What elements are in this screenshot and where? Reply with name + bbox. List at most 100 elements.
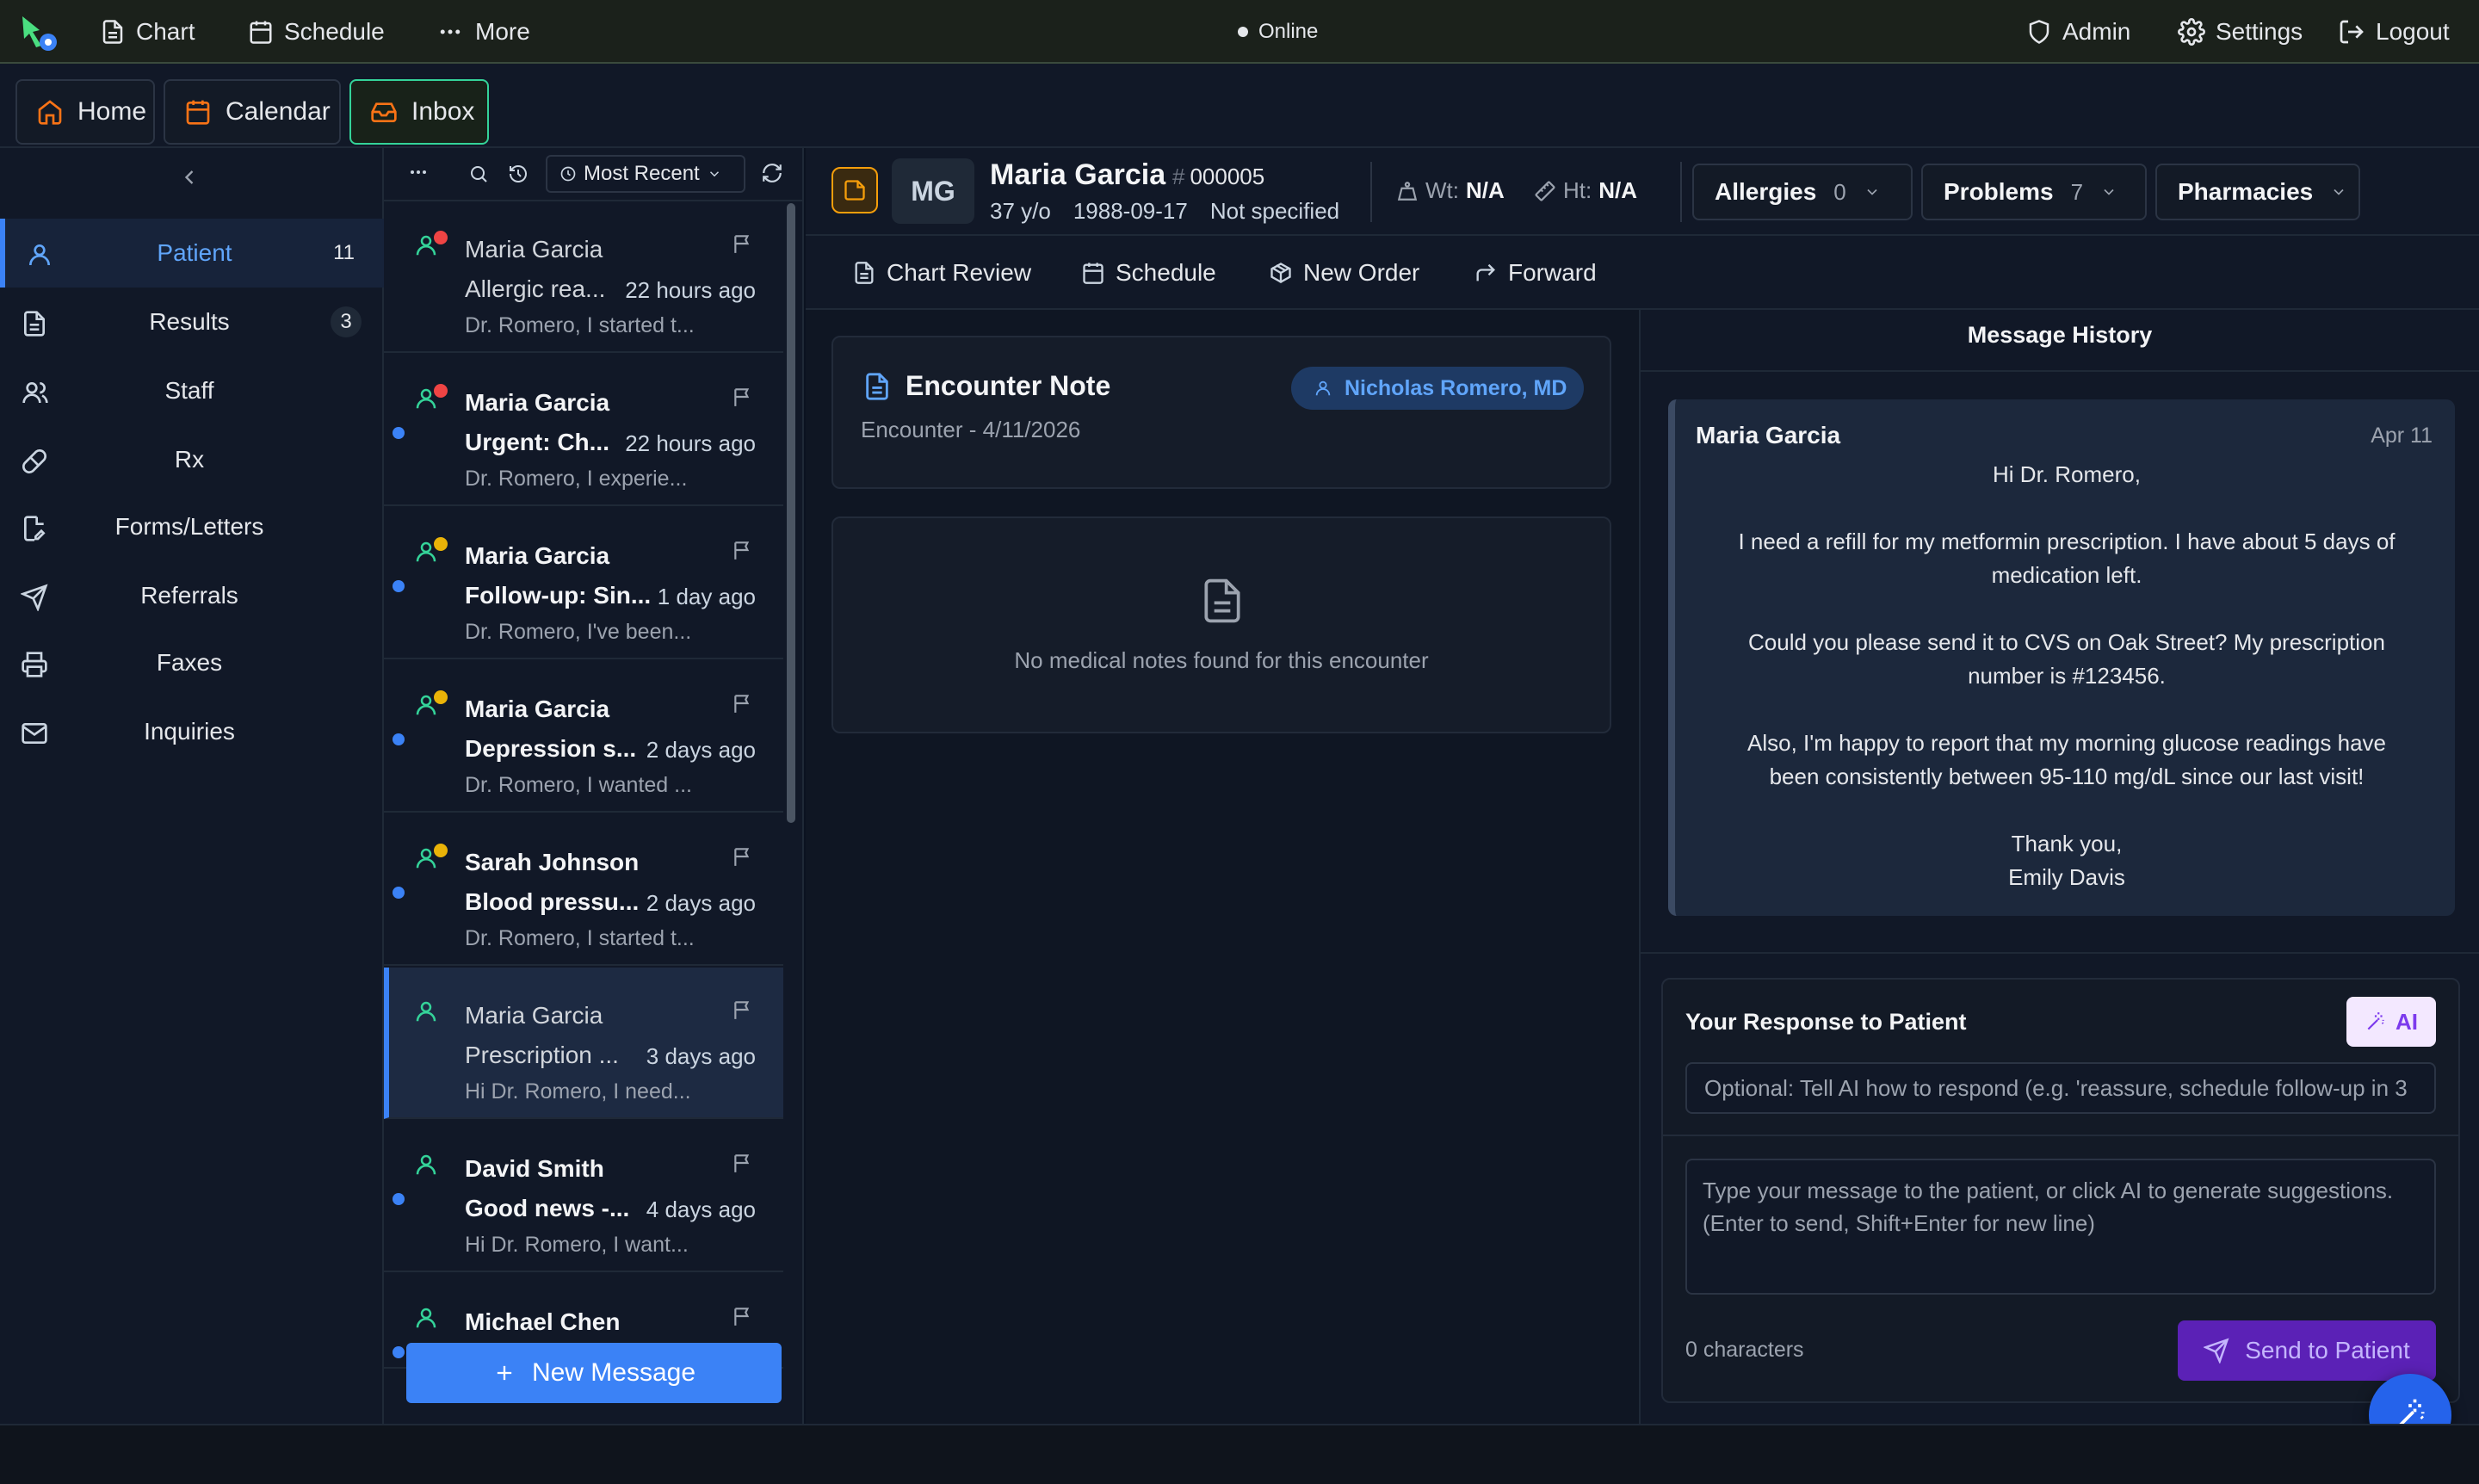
ruler-icon (1534, 180, 1556, 202)
logout-label: Logout (2376, 18, 2450, 45)
collapse-sidebar-button[interactable] (177, 165, 201, 189)
settings-button[interactable]: Settings (2178, 0, 2303, 64)
history-line: medication left. (1991, 562, 2142, 588)
admin-button[interactable]: Admin (2026, 0, 2130, 64)
note-button[interactable] (831, 167, 878, 213)
ellipsis-icon[interactable] (408, 162, 429, 182)
mrn-value: 000005 (1190, 164, 1265, 189)
encounter-note-card: Encounter Note Encounter - 4/11/2026 Nic… (831, 336, 1611, 489)
app-logo[interactable] (17, 0, 59, 64)
sidebar-item-patient[interactable]: Patient 11 (0, 219, 384, 288)
patient-name[interactable]: Maria Garcia (990, 158, 1165, 192)
pharmacies-dropdown[interactable]: Pharmacies (2155, 164, 2360, 220)
sender-name: Michael Chen (465, 1308, 621, 1335)
more-menu[interactable]: More (436, 0, 530, 64)
allergies-dropdown[interactable]: Allergies 0 (1692, 164, 1913, 220)
user-icon (413, 999, 439, 1024)
home-icon (36, 98, 64, 126)
problems-dropdown[interactable]: Problems 7 (1921, 164, 2147, 220)
unread-dot (393, 580, 405, 592)
sidebar-item-faxes[interactable]: Faxes (0, 628, 384, 697)
patient-age: 37 y/o (990, 198, 1051, 224)
send-to-patient-button[interactable]: Send to Patient (2178, 1320, 2436, 1381)
unread-dot (393, 1346, 405, 1358)
message-time: 4 days ago (646, 1196, 756, 1222)
flag-icon[interactable] (732, 692, 754, 714)
sidebar-item-staff[interactable]: Staff (0, 356, 384, 425)
sender-name: Maria Garcia (465, 236, 603, 263)
message-time: 1 day ago (657, 584, 756, 609)
flag-icon[interactable] (732, 1152, 754, 1174)
list-item[interactable]: Maria Garcia Follow-up: Sin... 1 day ago Dr… (384, 508, 783, 659)
history-body: Hi Dr. Romero, I need a refill for my met… (1692, 458, 2441, 894)
forward-arrow-icon (1474, 261, 1498, 285)
flag-icon[interactable] (732, 539, 754, 561)
list-item[interactable]: David Smith Good news -... 4 days ago Hi Dr… (384, 1121, 783, 1272)
flag-icon[interactable] (732, 232, 754, 255)
tab-inbox[interactable]: Inbox (349, 79, 489, 145)
sidebar-item-inquiries[interactable]: Inquiries (0, 697, 384, 766)
flag-icon[interactable] (732, 386, 754, 408)
message-time: 2 days ago (646, 890, 756, 916)
height-readout: Ht: N/A (1534, 177, 1637, 204)
sidebar-item-label: Faxes (156, 649, 223, 676)
new-order-label: New Order (1303, 259, 1420, 286)
history-message: Maria Garcia Apr 11 Hi Dr. Romero, I need… (1668, 399, 2455, 916)
hash-icon: # (1172, 164, 1185, 189)
message-list-scrollbar[interactable] (787, 203, 795, 823)
history-line (1692, 693, 2441, 727)
schedule-menu[interactable]: Schedule (248, 0, 385, 64)
tab-home[interactable]: Home (15, 79, 155, 145)
problems-label: Problems (1944, 178, 2054, 205)
chart-label: Chart (136, 18, 195, 45)
provider-badge[interactable]: Nicholas Romero, MD (1291, 367, 1584, 410)
list-item[interactable]: Maria Garcia Allergic rea... 22 hours ago D… (384, 201, 783, 353)
gear-icon (2178, 18, 2205, 46)
history-line: Also, I'm happy to report that my mornin… (1746, 730, 2386, 756)
ai-button[interactable]: AI (2346, 997, 2436, 1047)
message-time: 2 days ago (646, 737, 756, 763)
forward-button[interactable]: Forward (1474, 255, 1597, 291)
sidebar-item-results[interactable]: Results 3 (0, 288, 384, 356)
bottom-bar (0, 1424, 2479, 1484)
sort-select[interactable]: Most Recent (546, 155, 745, 193)
history-date: Apr 11 (2371, 424, 2433, 448)
sender-name: Maria Garcia (465, 542, 610, 569)
priority-dot (434, 537, 448, 551)
response-textarea[interactable]: Type your message to the patient, or cli… (1685, 1159, 2436, 1295)
message-list: Most Recent Maria Garcia Allergic rea... 2… (384, 148, 804, 1424)
sender-name: Maria Garcia (465, 696, 610, 722)
top-bar: Chart Schedule More Online Admin Setting… (0, 0, 2479, 64)
logout-button[interactable]: Logout (2338, 0, 2450, 64)
shield-icon (2026, 19, 2052, 45)
allergies-count: 0 (1833, 178, 1846, 205)
ai-instruction-input[interactable]: Optional: Tell AI how to respond (e.g. '… (1685, 1062, 2436, 1114)
empty-message: No medical notes found for this encounte… (1014, 647, 1429, 673)
chart-menu[interactable]: Chart (100, 0, 195, 64)
response-title: Your Response to Patient (1685, 1009, 1967, 1035)
new-message-button[interactable]: New Message (406, 1343, 782, 1403)
sidebar-item-forms-letters[interactable]: Forms/Letters (0, 492, 384, 561)
schedule-action-label: Schedule (1116, 259, 1216, 286)
list-item[interactable]: Sarah Johnson Blood pressu... 2 days ago Dr… (384, 814, 783, 966)
patient-dob: 1988-09-17 (1073, 198, 1188, 224)
sidebar-item-referrals[interactable]: Referrals (0, 561, 384, 630)
list-item[interactable]: Maria Garcia Prescription ... 3 days ago Hi… (384, 968, 783, 1119)
chart-review-button[interactable]: Chart Review (852, 255, 1031, 291)
flag-icon[interactable] (732, 845, 754, 868)
tab-calendar[interactable]: Calendar (164, 79, 341, 145)
sidebar-item-rx[interactable]: Rx (0, 425, 384, 494)
flag-icon[interactable] (732, 1305, 754, 1327)
calendar-icon (1081, 261, 1105, 285)
search-icon[interactable] (468, 164, 489, 184)
refresh-icon[interactable] (761, 162, 783, 184)
list-item[interactable]: Maria Garcia Urgent: Ch... 22 hours ago Dr.… (384, 355, 783, 506)
list-item[interactable]: Maria Garcia Depression s... 2 days ago Dr.… (384, 661, 783, 813)
history-icon[interactable] (508, 164, 529, 184)
chevron-left-icon (177, 165, 201, 189)
flag-icon[interactable] (732, 999, 754, 1021)
online-status: Online (1238, 0, 1318, 64)
new-order-button[interactable]: New Order (1269, 255, 1419, 291)
ellipsis-icon (436, 19, 465, 45)
schedule-button[interactable]: Schedule (1081, 255, 1216, 291)
